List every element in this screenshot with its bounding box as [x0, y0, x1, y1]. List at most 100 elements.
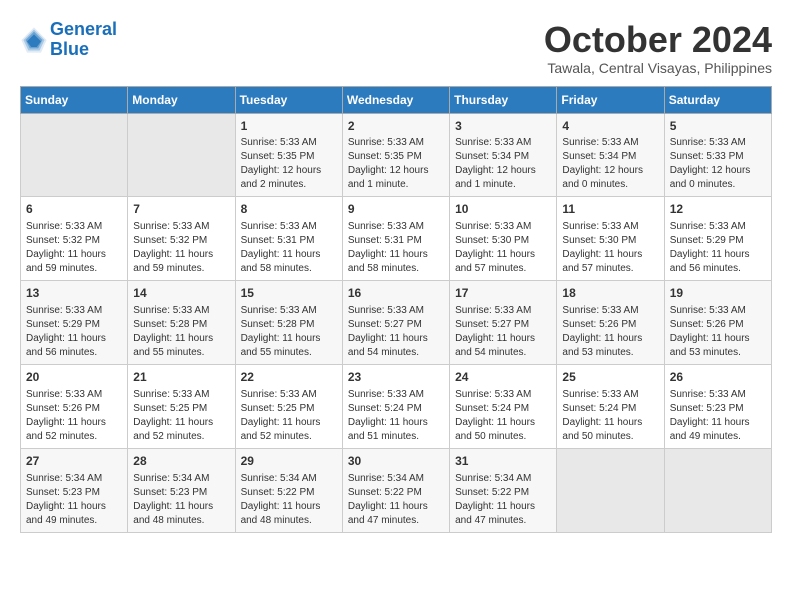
day-info: Sunset: 5:26 PM: [562, 318, 658, 332]
day-info: Daylight: 11 hours: [241, 332, 337, 346]
day-info: and 0 minutes.: [562, 178, 658, 192]
day-number: 5: [670, 118, 766, 135]
day-number: 19: [670, 285, 766, 302]
day-info: Sunrise: 5:33 AM: [455, 304, 551, 318]
day-info: Daylight: 11 hours: [348, 332, 444, 346]
day-info: and 59 minutes.: [26, 262, 122, 276]
day-info: Sunset: 5:25 PM: [241, 402, 337, 416]
day-info: Sunrise: 5:33 AM: [241, 304, 337, 318]
page-header: General Blue October 2024 Tawala, Centra…: [20, 20, 772, 76]
calendar-cell: 5Sunrise: 5:33 AMSunset: 5:33 PMDaylight…: [664, 113, 771, 197]
calendar-cell: 31Sunrise: 5:34 AMSunset: 5:22 PMDayligh…: [450, 448, 557, 532]
day-info: and 55 minutes.: [133, 346, 229, 360]
calendar-week-row: 20Sunrise: 5:33 AMSunset: 5:26 PMDayligh…: [21, 364, 772, 448]
day-info: Sunset: 5:29 PM: [26, 318, 122, 332]
day-info: Daylight: 11 hours: [133, 332, 229, 346]
day-header-saturday: Saturday: [664, 86, 771, 113]
day-header-thursday: Thursday: [450, 86, 557, 113]
calendar-cell: 27Sunrise: 5:34 AMSunset: 5:23 PMDayligh…: [21, 448, 128, 532]
day-number: 24: [455, 369, 551, 386]
day-info: Sunset: 5:24 PM: [562, 402, 658, 416]
day-info: Daylight: 11 hours: [670, 416, 766, 430]
day-info: Daylight: 12 hours: [348, 164, 444, 178]
day-info: Daylight: 11 hours: [133, 248, 229, 262]
day-info: Sunset: 5:28 PM: [241, 318, 337, 332]
calendar-cell: [664, 448, 771, 532]
day-info: Daylight: 11 hours: [26, 416, 122, 430]
calendar-cell: 25Sunrise: 5:33 AMSunset: 5:24 PMDayligh…: [557, 364, 664, 448]
day-info: and 51 minutes.: [348, 430, 444, 444]
day-info: Daylight: 11 hours: [670, 332, 766, 346]
day-info: Daylight: 11 hours: [26, 332, 122, 346]
day-info: Sunrise: 5:33 AM: [133, 388, 229, 402]
day-info: Sunset: 5:25 PM: [133, 402, 229, 416]
day-info: Daylight: 11 hours: [348, 416, 444, 430]
day-info: Daylight: 11 hours: [562, 332, 658, 346]
day-info: and 0 minutes.: [670, 178, 766, 192]
calendar-week-row: 1Sunrise: 5:33 AMSunset: 5:35 PMDaylight…: [21, 113, 772, 197]
day-info: Sunrise: 5:33 AM: [455, 388, 551, 402]
day-info: Daylight: 12 hours: [241, 164, 337, 178]
day-number: 17: [455, 285, 551, 302]
day-info: and 56 minutes.: [26, 346, 122, 360]
day-info: and 49 minutes.: [26, 514, 122, 528]
day-info: and 50 minutes.: [562, 430, 658, 444]
calendar-cell: [128, 113, 235, 197]
day-info: and 55 minutes.: [241, 346, 337, 360]
day-info: Sunset: 5:23 PM: [133, 486, 229, 500]
day-info: Sunrise: 5:33 AM: [562, 388, 658, 402]
day-number: 23: [348, 369, 444, 386]
logo-icon: [20, 26, 48, 54]
day-number: 31: [455, 453, 551, 470]
day-info: and 57 minutes.: [455, 262, 551, 276]
day-info: Sunset: 5:30 PM: [562, 234, 658, 248]
day-info: Sunset: 5:29 PM: [670, 234, 766, 248]
logo-general: General: [50, 19, 117, 39]
day-number: 25: [562, 369, 658, 386]
day-info: Sunset: 5:23 PM: [670, 402, 766, 416]
day-info: Sunrise: 5:33 AM: [455, 136, 551, 150]
day-info: Daylight: 11 hours: [455, 416, 551, 430]
day-info: Sunrise: 5:33 AM: [26, 388, 122, 402]
calendar-cell: 1Sunrise: 5:33 AMSunset: 5:35 PMDaylight…: [235, 113, 342, 197]
day-info: Sunrise: 5:33 AM: [133, 304, 229, 318]
day-info: and 48 minutes.: [241, 514, 337, 528]
day-number: 14: [133, 285, 229, 302]
day-number: 8: [241, 201, 337, 218]
day-info: Daylight: 11 hours: [133, 416, 229, 430]
calendar-cell: 19Sunrise: 5:33 AMSunset: 5:26 PMDayligh…: [664, 281, 771, 365]
day-info: Sunrise: 5:33 AM: [26, 220, 122, 234]
day-info: Sunset: 5:26 PM: [26, 402, 122, 416]
day-info: Sunset: 5:35 PM: [348, 150, 444, 164]
calendar-cell: 8Sunrise: 5:33 AMSunset: 5:31 PMDaylight…: [235, 197, 342, 281]
calendar-cell: 20 Sunrise: 5:33 AMSunset: 5:26 PMDayligh…: [21, 364, 128, 448]
calendar-cell: 18Sunrise: 5:33 AMSunset: 5:26 PMDayligh…: [557, 281, 664, 365]
calendar-body: 1Sunrise: 5:33 AMSunset: 5:35 PMDaylight…: [21, 113, 772, 532]
day-info: Sunset: 5:27 PM: [348, 318, 444, 332]
logo-text: General Blue: [50, 20, 117, 60]
day-number: 15: [241, 285, 337, 302]
day-number: 16: [348, 285, 444, 302]
day-info: Sunrise: 5:33 AM: [348, 304, 444, 318]
day-info: Daylight: 11 hours: [670, 248, 766, 262]
day-info: Sunset: 5:31 PM: [241, 234, 337, 248]
day-info: Daylight: 11 hours: [133, 500, 229, 514]
day-number: 13: [26, 285, 122, 302]
logo: General Blue: [20, 20, 117, 60]
day-number: 1: [241, 118, 337, 135]
calendar-week-row: 27Sunrise: 5:34 AMSunset: 5:23 PMDayligh…: [21, 448, 772, 532]
day-info: Sunset: 5:23 PM: [26, 486, 122, 500]
calendar-cell: 23Sunrise: 5:33 AMSunset: 5:24 PMDayligh…: [342, 364, 449, 448]
day-info: Sunrise: 5:33 AM: [670, 220, 766, 234]
day-info: Daylight: 11 hours: [455, 500, 551, 514]
day-number: 3: [455, 118, 551, 135]
day-info: Sunrise: 5:33 AM: [562, 220, 658, 234]
day-number: 20: [26, 369, 122, 386]
day-header-monday: Monday: [128, 86, 235, 113]
calendar-cell: 7Sunrise: 5:33 AMSunset: 5:32 PMDaylight…: [128, 197, 235, 281]
calendar-cell: 4Sunrise: 5:33 AMSunset: 5:34 PMDaylight…: [557, 113, 664, 197]
day-info: Sunset: 5:26 PM: [670, 318, 766, 332]
day-info: and 56 minutes.: [670, 262, 766, 276]
calendar-cell: 22Sunrise: 5:33 AMSunset: 5:25 PMDayligh…: [235, 364, 342, 448]
day-info: Daylight: 11 hours: [348, 248, 444, 262]
